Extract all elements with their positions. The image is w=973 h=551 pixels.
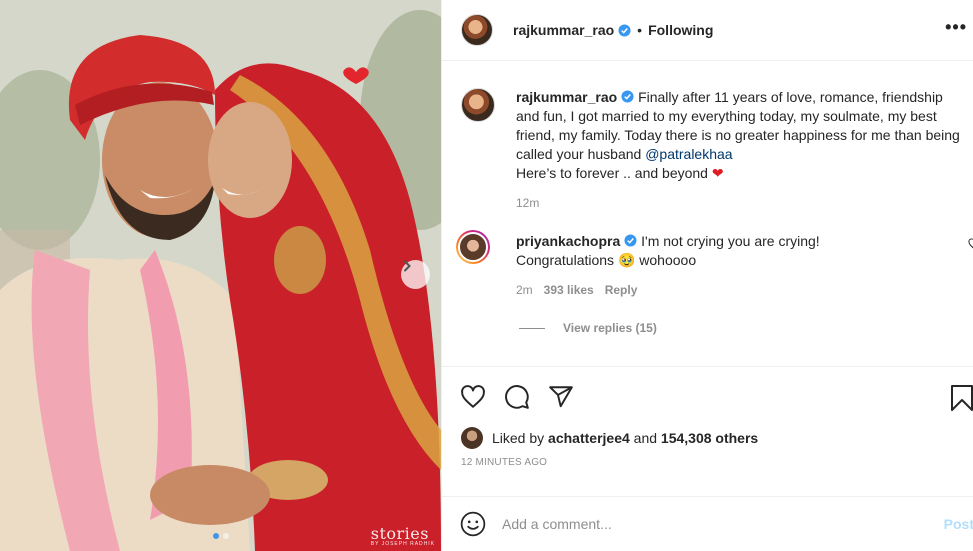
comment-time[interactable]: 2m [516,283,533,297]
liked-by-prefix: Liked by [492,430,549,446]
verified-badge-icon [618,23,631,37]
chevron-right-icon [404,260,411,272]
add-comment-bar: Post [442,496,973,551]
caption-username[interactable]: rajkummar_rao [516,89,617,105]
liked-by-mid: and [629,430,661,446]
comment-text-line2-prefix: Congratulations [516,252,618,268]
share-button[interactable] [548,384,574,410]
following-button[interactable]: Following [648,22,713,38]
caption: rajkummar_rao Finally after 11 years of … [442,88,973,210]
post-header: rajkummar_rao • Following ••• [442,0,973,61]
comment-button[interactable] [504,384,530,410]
comment-item: priyankachopra I'm not crying you are cr… [442,230,973,297]
replies-divider [519,327,545,329]
header-separator: • [637,22,643,38]
action-icons [442,367,973,427]
post-comment-button[interactable]: Post [944,516,973,532]
comment-icon [505,385,529,409]
commenter-avatar[interactable] [456,230,490,264]
watermark-subtitle: BY JOSEPH RADHIK [370,541,435,547]
likes-text: Liked by achatterjee4 and 154,308 others [492,430,758,446]
carousel-dot [222,533,229,539]
more-options-button[interactable]: ••• [945,18,967,36]
liker-avatar[interactable] [461,427,483,449]
liked-by-user[interactable]: achatterjee4 [548,430,630,446]
comment-input[interactable] [502,516,922,532]
verified-badge-icon [621,90,634,103]
post-details-panel: rajkummar_rao • Following ••• rajkummar_… [441,0,973,551]
verified-badge-icon [624,234,637,247]
commenter-username[interactable]: priyankachopra [516,233,620,249]
heart-icon [461,385,485,408]
comment-meta: 2m 393 likes Reply [516,283,970,297]
comment-likes[interactable]: 393 likes [544,283,594,297]
comment-text-line2-suffix: wohoooo [635,252,697,268]
carousel-dot-active [212,533,219,539]
likes-summary: Liked by achatterjee4 and 154,308 others [442,424,973,452]
comment-text-line1: I'm not crying you are crying! [641,233,820,249]
view-replies-button[interactable]: View replies (15) [519,321,973,335]
view-replies-label: View replies (15) [563,321,657,335]
wedding-photo [0,0,441,551]
next-image-button[interactable] [401,260,430,289]
post-actions: Liked by achatterjee4 and 154,308 others… [442,366,973,468]
post-timestamp[interactable]: 12 MINUTES AGO [442,457,973,468]
share-icon [549,386,573,408]
caption-text-2: Here’s to forever .. and beyond [516,165,712,181]
comment-body: priyankachopra I'm not crying you are cr… [516,232,970,270]
heart-emoji: ❤ [711,165,724,181]
post-image[interactable]: stories BY JOSEPH RADHIK [0,0,441,551]
comment-like-icon[interactable] [968,238,973,250]
reply-button[interactable]: Reply [605,283,638,297]
author-avatar[interactable] [461,14,493,46]
face-emoji: 🥹 [617,252,636,268]
save-button[interactable] [950,384,973,415]
caption-mention[interactable]: @patralekhaa [645,146,732,162]
author-username[interactable]: rajkummar_rao [513,22,614,38]
caption-meta: 12m [516,196,970,210]
like-button[interactable] [460,384,486,410]
caption-body: rajkummar_rao Finally after 11 years of … [516,88,970,183]
caption-time[interactable]: 12m [516,196,539,210]
caption-author-avatar[interactable] [461,88,495,122]
photo-watermark: stories BY JOSEPH RADHIK [371,524,435,547]
emoji-icon[interactable] [460,511,486,537]
liked-by-count[interactable]: 154,308 others [661,430,758,446]
bookmark-icon [951,385,973,411]
comments-section: rajkummar_rao Finally after 11 years of … [442,88,973,335]
